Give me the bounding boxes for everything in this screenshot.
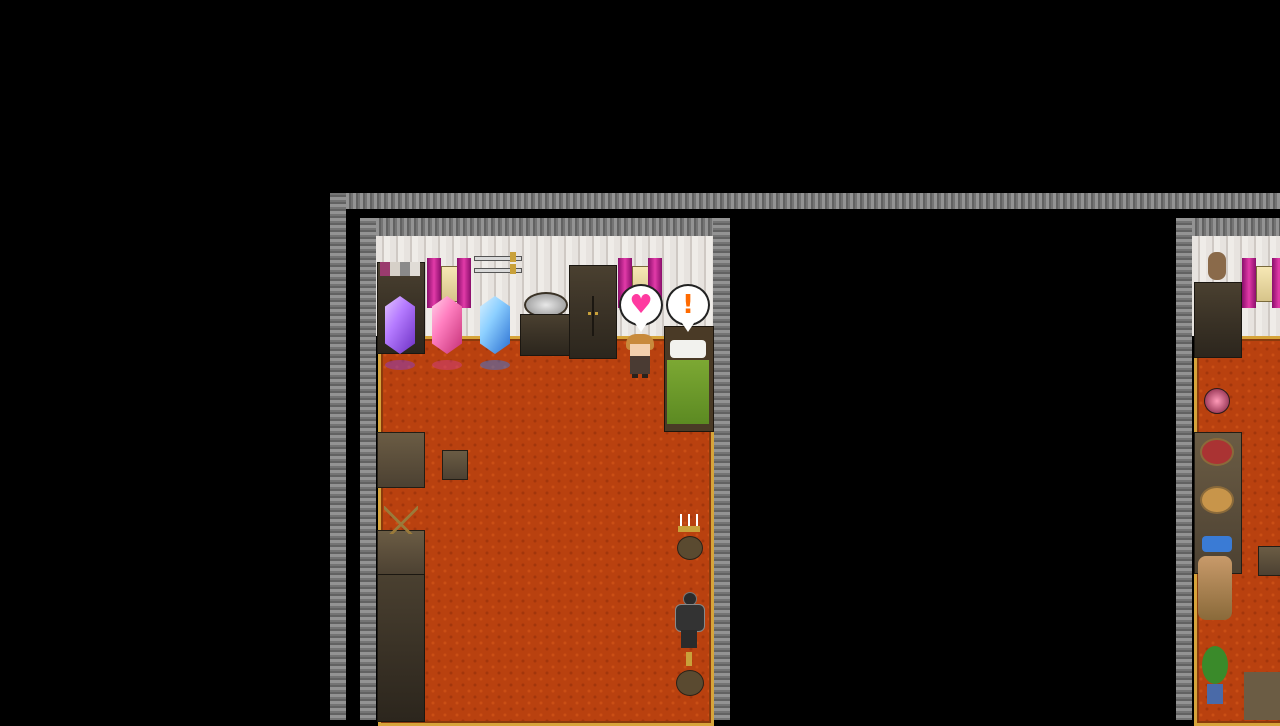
bed-blanket (667, 360, 709, 424)
bed-pillow (670, 340, 706, 358)
fruit-basket-icon[interactable] (1200, 438, 1234, 466)
left-counter[interactable] (377, 574, 425, 722)
room2-wall-left (1176, 218, 1192, 720)
player-character[interactable] (624, 334, 656, 378)
heart-bubble-icon: ♥ (619, 284, 663, 332)
purple-crystal-shadow (385, 360, 415, 370)
wall-swords-icon (474, 252, 522, 278)
vanity-table[interactable] (520, 314, 572, 356)
chair[interactable] (442, 450, 468, 480)
room-wall-left (360, 218, 376, 720)
armor-stand-icon[interactable] (670, 592, 708, 652)
outer-stone-wall (330, 193, 1280, 209)
teddy-bear-icon (1208, 252, 1226, 280)
blue-crystal[interactable] (480, 296, 510, 354)
wheat-basket-icon[interactable] (1198, 556, 1232, 620)
purple-crystal[interactable] (385, 296, 415, 354)
side-table[interactable] (377, 432, 425, 488)
potted-plant-icon[interactable] (1202, 646, 1228, 706)
pink-crystal-shadow (432, 360, 462, 370)
room2-window-curtain (1242, 258, 1280, 308)
crystal-ball-icon[interactable] (1204, 388, 1230, 414)
books-icon (380, 262, 420, 276)
wardrobe[interactable] (569, 265, 617, 359)
pink-crystal[interactable] (432, 296, 462, 354)
heart-icon: ♥ (629, 290, 653, 320)
weapons-icon (384, 506, 418, 534)
room2-dresser[interactable] (1194, 282, 1242, 358)
room-wall-top (360, 218, 730, 236)
bread-basket-icon[interactable] (1200, 486, 1234, 514)
candelabra-icon[interactable] (676, 514, 703, 574)
exclamation-icon: ! (682, 290, 694, 320)
room2-weapon-rack-icon[interactable] (1244, 640, 1280, 720)
room-wall-right (713, 218, 730, 720)
round-table[interactable] (674, 652, 704, 702)
exclamation-bubble-icon: ! (666, 284, 710, 332)
weapon-rack[interactable] (377, 530, 425, 576)
outer-stone-wall-left (330, 193, 346, 720)
blue-crystal-shadow (480, 360, 510, 370)
blue-cloth-icon (1202, 536, 1232, 552)
room2-chair[interactable] (1258, 546, 1280, 576)
